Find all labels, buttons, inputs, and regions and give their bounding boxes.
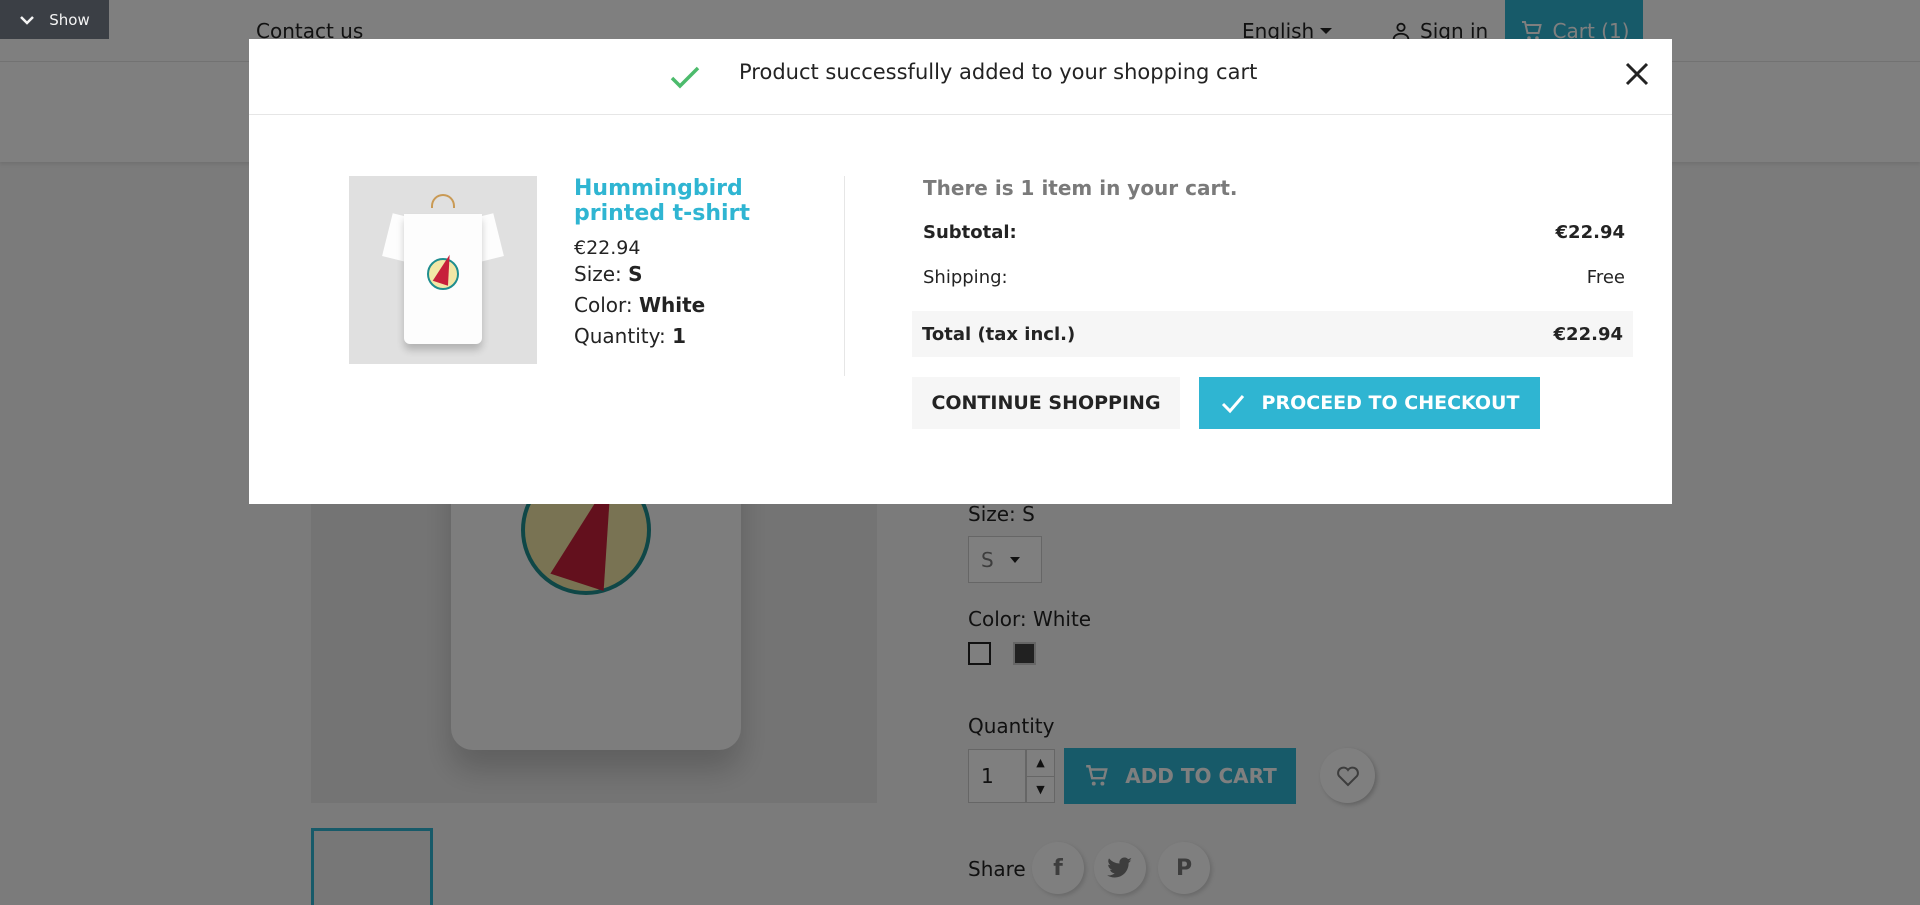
close-icon[interactable] — [1619, 56, 1655, 92]
cart-product-name: Hummingbird printed t-shirt — [574, 176, 750, 226]
checkout-label: PROCEED TO CHECKOUT — [1261, 392, 1520, 414]
check-icon — [670, 66, 700, 89]
shipping-label: Shipping: — [923, 267, 1008, 288]
cart-item-count: There is 1 item in your cart. — [923, 176, 1238, 200]
cart-confirmation-modal: Product successfully added to your shopp… — [249, 39, 1672, 504]
shipping-value: Free — [1586, 267, 1625, 288]
cart-product-info: Hummingbird printed t-shirt €22.94 Size:… — [574, 176, 799, 352]
debug-toggle-label: Show — [49, 10, 90, 29]
column-divider — [844, 176, 845, 376]
size-value: S — [628, 262, 643, 286]
size-key: Size: — [574, 262, 622, 286]
continue-shopping-button[interactable]: CONTINUE SHOPPING — [912, 377, 1180, 429]
color-key: Color: — [574, 293, 633, 317]
cart-product-image — [349, 176, 537, 364]
proceed-to-checkout-button[interactable]: PROCEED TO CHECKOUT — [1199, 377, 1540, 429]
cart-product-price: €22.94 — [574, 237, 641, 259]
cart-product-color: Color: White — [574, 290, 799, 321]
subtotal-label: Subtotal: — [923, 222, 1017, 243]
subtotal-row: Subtotal: €22.94 — [923, 222, 1625, 243]
subtotal-value: €22.94 — [1555, 222, 1625, 243]
shipping-row: Shipping: Free — [923, 267, 1625, 288]
debug-toggle-button[interactable]: Show — [0, 0, 109, 39]
total-row: Total (tax incl.) €22.94 — [912, 311, 1633, 357]
quantity-key: Quantity: — [574, 324, 666, 348]
total-label: Total (tax incl.) — [922, 323, 1076, 345]
total-value: €22.94 — [1553, 323, 1623, 345]
cart-product-quantity: Quantity: 1 — [574, 321, 799, 352]
modal-header: Product successfully added to your shopp… — [249, 39, 1672, 115]
color-value: White — [638, 293, 706, 317]
modal-title: Product successfully added to your shopp… — [739, 60, 1258, 84]
hanger-graphic — [431, 194, 455, 208]
cart-product-size: Size: S — [574, 259, 799, 290]
check-icon — [1221, 395, 1244, 414]
quantity-value: 1 — [672, 324, 686, 348]
chevron-down-icon — [20, 15, 35, 25]
